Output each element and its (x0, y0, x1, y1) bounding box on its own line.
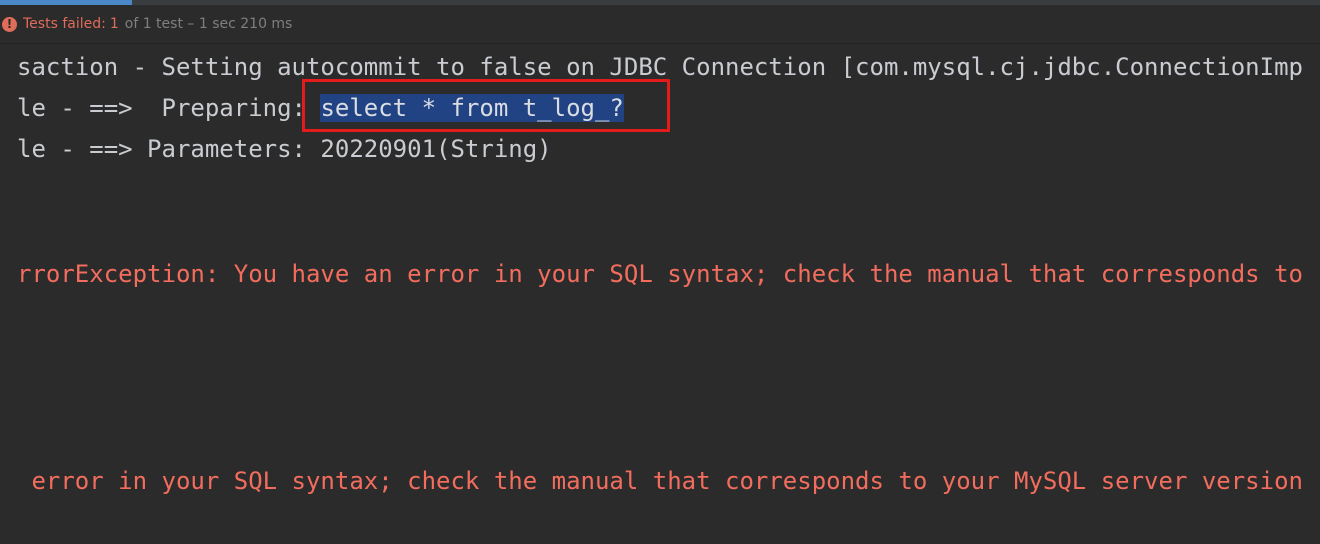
console-line: saction - Setting autocommit to false on… (17, 53, 1303, 81)
console-line-parameters: le - ==> Parameters: 20220901(String) (17, 135, 552, 163)
tests-failed-label: Tests failed: (23, 16, 106, 32)
error-icon: ! (2, 16, 17, 32)
tests-summary: of 1 test – 1 sec 210 ms (124, 16, 293, 32)
console-error-line: error in your SQL syntax; check the manu… (17, 467, 1303, 495)
test-status-bar: ! Tests failed: 1 of 1 test – 1 sec 210 … (0, 5, 1320, 44)
selected-sql-text[interactable]: select * from t_log_? (320, 94, 624, 122)
console-error-line: rrorException: You have an error in your… (17, 260, 1303, 288)
tests-failed-count: 1 (109, 16, 119, 32)
console-line-preparing: le - ==> Preparing: select * from t_log_… (17, 92, 624, 124)
console-line-prefix: le - ==> Preparing: (17, 94, 321, 122)
console-output[interactable]: saction - Setting autocommit to false on… (17, 44, 1320, 544)
